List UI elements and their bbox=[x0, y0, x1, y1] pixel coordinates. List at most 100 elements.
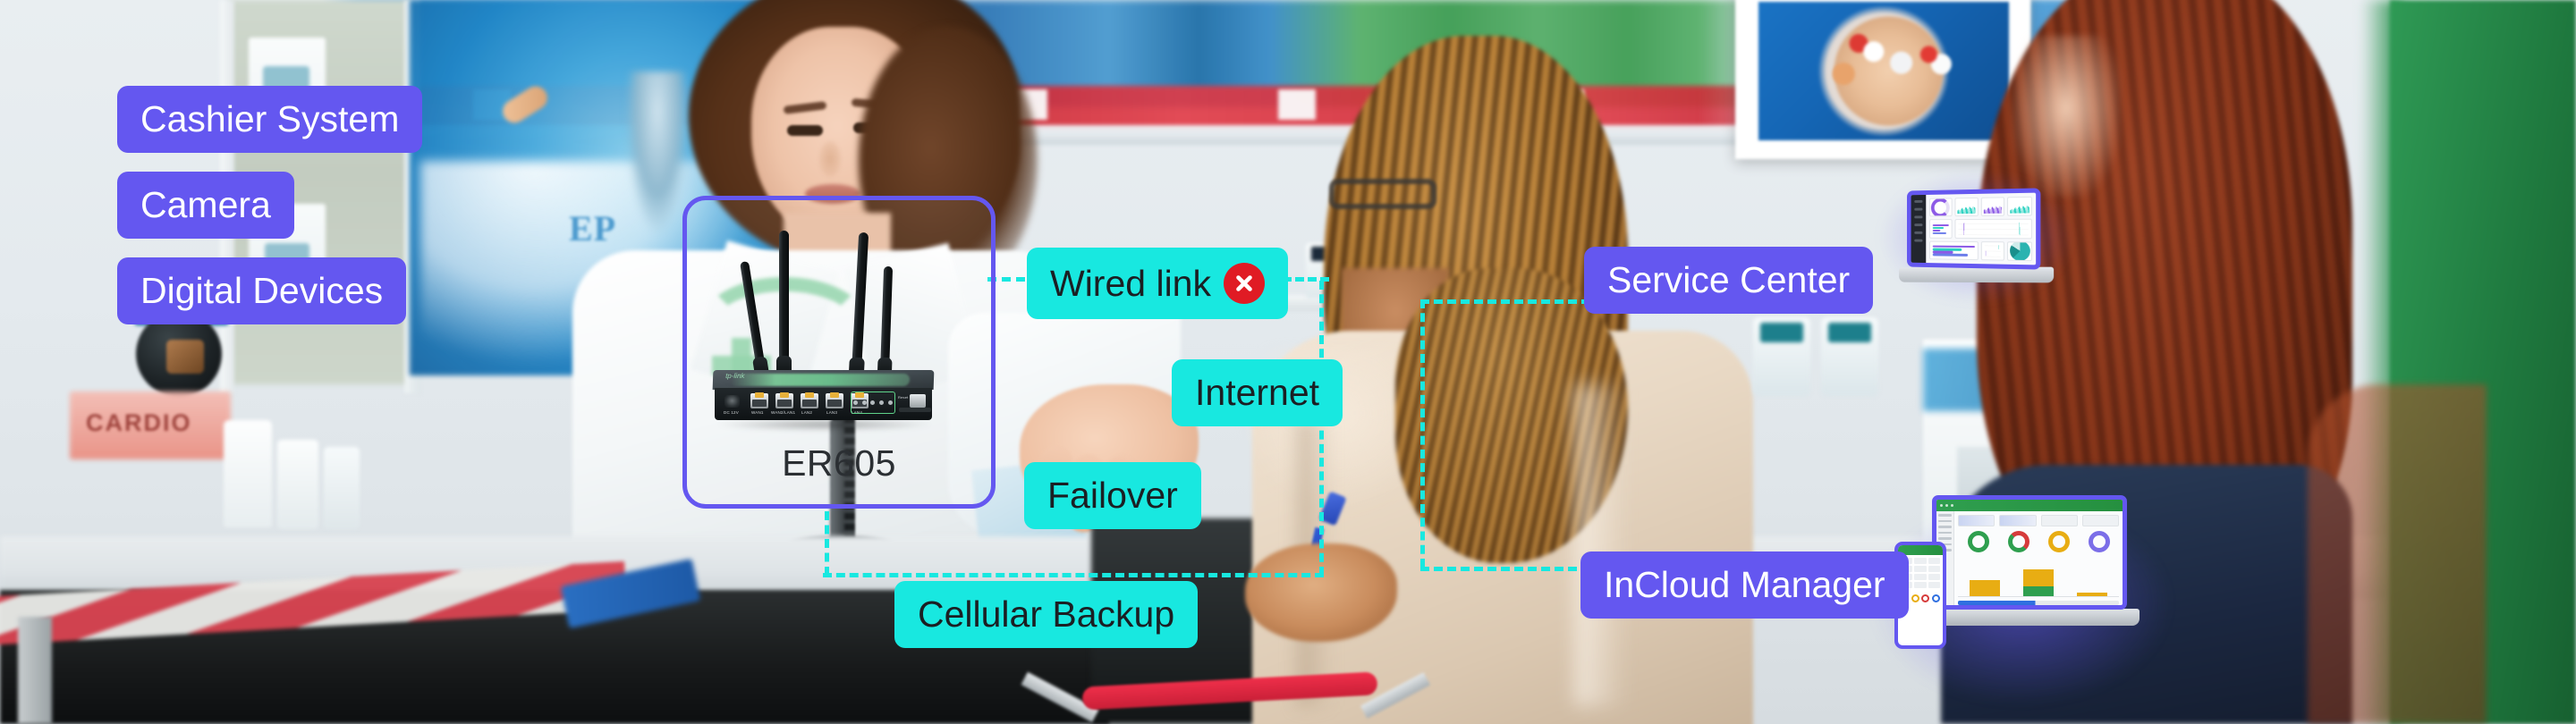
router-port-wan1 bbox=[750, 392, 768, 408]
router-led bbox=[870, 400, 876, 405]
callout-wired-link[interactable]: Wired link bbox=[1027, 248, 1288, 319]
bystander-shoulder bbox=[2308, 384, 2487, 724]
callout-service-center[interactable]: Service Center bbox=[1584, 247, 1874, 314]
router-port-lan2 bbox=[801, 392, 818, 408]
scatter-chart bbox=[1984, 244, 2002, 257]
link-cellular-trunk bbox=[825, 511, 829, 576]
area-sparkline bbox=[2010, 203, 2029, 214]
router-front-panel: DC 12V WAN1 WAN2/LAN1 LAN2 LAN3 LAN4 Res… bbox=[715, 388, 932, 420]
line-chart bbox=[1958, 223, 2029, 235]
callout-label-text: InCloud Manager bbox=[1604, 564, 1885, 605]
router-usb-port bbox=[910, 394, 926, 408]
router-port-label: WAN1 bbox=[751, 410, 764, 415]
ring-gauge bbox=[1911, 594, 1919, 602]
dashboard-sidebar bbox=[1911, 194, 1927, 264]
router-led bbox=[853, 400, 859, 405]
x-mark-icon bbox=[1223, 263, 1265, 304]
router-port-wan2lan1 bbox=[775, 392, 793, 408]
gauge-chart bbox=[1967, 531, 1989, 552]
link-cloud-trunk bbox=[1420, 299, 1425, 568]
sidebar-row bbox=[1938, 519, 1952, 522]
filter-row bbox=[1958, 515, 2119, 526]
titlebar-dot bbox=[1951, 504, 1953, 507]
dashboard-widget-grid bbox=[1926, 193, 2036, 265]
filter-chip bbox=[1999, 515, 2037, 526]
router-brand-logo: tp-link bbox=[725, 372, 745, 380]
pie-chart bbox=[2009, 240, 2030, 262]
callout-cashier-system[interactable]: Cashier System bbox=[117, 86, 423, 153]
scatter-widget bbox=[1980, 240, 2005, 261]
callout-cellular-backup[interactable]: Cellular Backup bbox=[894, 581, 1199, 648]
sidebar-row bbox=[1914, 207, 1923, 211]
router-top-graphic bbox=[730, 374, 911, 386]
callout-label-text: Wired link bbox=[1050, 262, 1211, 304]
progress-bar bbox=[1958, 601, 2119, 605]
status-gauges bbox=[1958, 531, 2119, 552]
router-power-label: DC 12V bbox=[724, 410, 739, 415]
sidebar-row bbox=[1938, 531, 1952, 534]
router-led bbox=[879, 400, 885, 405]
sidebar-row bbox=[1914, 215, 1923, 219]
product-bottle bbox=[324, 447, 360, 529]
router-port-label: LAN2 bbox=[801, 410, 813, 415]
pharmacist-eye bbox=[787, 125, 823, 136]
callout-camera[interactable]: Camera bbox=[117, 172, 294, 239]
callout-label-text: Failover bbox=[1047, 475, 1178, 516]
filter-chip bbox=[2081, 515, 2119, 526]
service-center-laptop[interactable] bbox=[1899, 188, 2055, 283]
callout-label-text: Service Center bbox=[1607, 259, 1851, 300]
product-bottle bbox=[224, 420, 272, 527]
network-topology-scene: EP CARDIO tp-link DC 12V WAN1 WAN2/LAN1 … bbox=[0, 0, 2576, 724]
router-antenna bbox=[740, 261, 767, 375]
router-port-lan3 bbox=[826, 392, 843, 408]
bar bbox=[1970, 579, 2000, 596]
phone-widget bbox=[1928, 558, 1940, 564]
callout-internet[interactable]: Internet bbox=[1172, 359, 1343, 426]
area-sparkline bbox=[1957, 204, 1975, 214]
queue-barrier-post bbox=[18, 617, 52, 724]
phone-widget bbox=[1928, 582, 1940, 588]
bar-rows bbox=[1932, 223, 1949, 235]
laptop-screen bbox=[1907, 188, 2041, 270]
sparkline-widget bbox=[1954, 197, 1979, 217]
phone-widget bbox=[1914, 582, 1927, 588]
callout-failover[interactable]: Failover bbox=[1024, 462, 1201, 529]
ring-gauge bbox=[1931, 594, 1940, 602]
callout-label-text: Cashier System bbox=[140, 98, 400, 139]
customer-glasses bbox=[1329, 179, 1436, 209]
er605-highlight-box[interactable]: tp-link DC 12V WAN1 WAN2/LAN1 LAN2 LAN3 … bbox=[682, 196, 996, 509]
callout-label-text: Cellular Backup bbox=[918, 594, 1175, 635]
sidebar-row bbox=[1938, 537, 1952, 540]
link-internet-trunk bbox=[1319, 281, 1324, 576]
router-led bbox=[887, 400, 893, 405]
callout-label-text: Digital Devices bbox=[140, 270, 384, 311]
router-port-label: LAN3 bbox=[826, 410, 838, 415]
er605-model-name: ER605 bbox=[782, 442, 896, 484]
product-bottle bbox=[277, 440, 318, 529]
sparkline-widget bbox=[2007, 196, 2032, 217]
sidebar-row bbox=[1938, 526, 1952, 528]
bar-chart bbox=[1958, 558, 2119, 597]
sidebar-row bbox=[1914, 239, 1923, 242]
callout-digital-devices[interactable]: Digital Devices bbox=[117, 257, 407, 324]
pharmacist-nose bbox=[819, 141, 841, 177]
callout-label-text: Internet bbox=[1195, 372, 1320, 413]
sidebar-row bbox=[1938, 514, 1952, 517]
line-chart-widget bbox=[1954, 218, 2032, 240]
filter-chip bbox=[1958, 515, 1996, 526]
pie-widget bbox=[2007, 240, 2032, 262]
router-antenna bbox=[851, 232, 869, 376]
app-titlebar bbox=[1936, 500, 2123, 511]
laptop-base bbox=[1914, 609, 2140, 626]
filter-chip bbox=[2040, 515, 2078, 526]
titlebar-dot bbox=[1945, 504, 1948, 507]
phone-widget bbox=[1928, 566, 1940, 572]
table-widget bbox=[1928, 219, 1953, 239]
phone-widget bbox=[1914, 574, 1927, 580]
callout-incloud-manager[interactable]: InCloud Manager bbox=[1580, 551, 1909, 619]
security-camera-lens bbox=[166, 340, 204, 374]
app-body bbox=[1936, 511, 2123, 605]
gauge-chart bbox=[2047, 531, 2070, 552]
incloud-manager-laptop[interactable] bbox=[1914, 495, 2140, 626]
aisle-sign-text: CARDIO bbox=[86, 409, 192, 436]
